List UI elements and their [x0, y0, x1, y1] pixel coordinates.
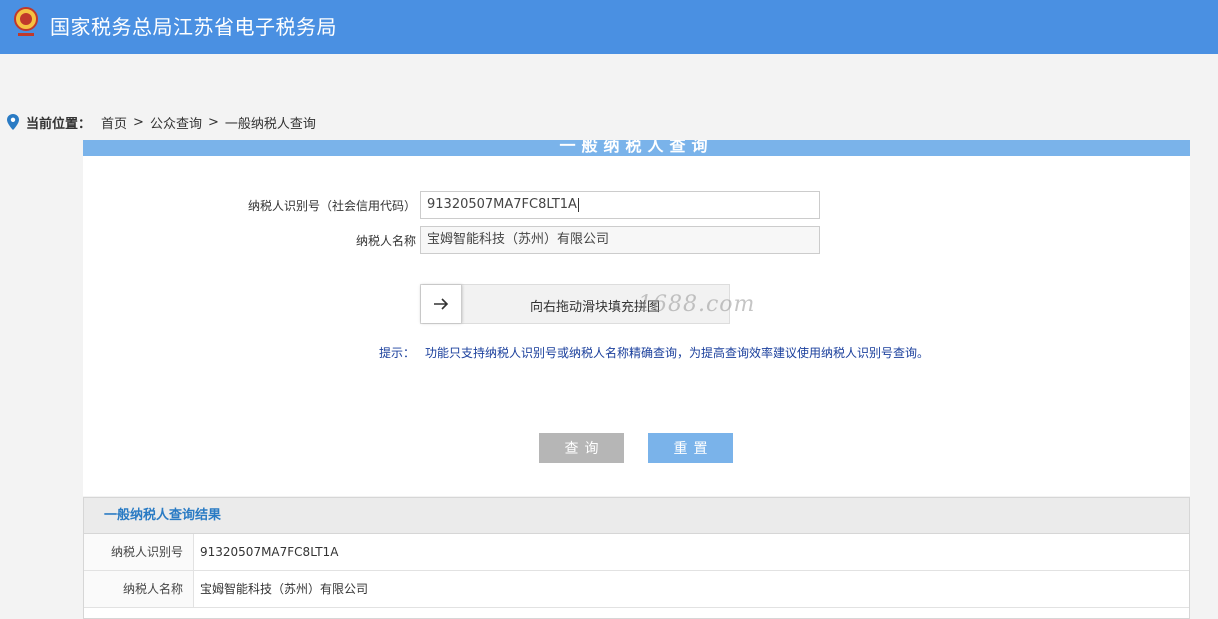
captcha-slider[interactable]: 向右拖动滑块填充拼图 — [420, 284, 730, 324]
result-value: 宝姆智能科技（苏州）有限公司 — [200, 582, 369, 596]
breadcrumb: 当前位置： 首页 > 公众查询 > 一般纳税人查询 — [6, 112, 316, 132]
breadcrumb-current: 一般纳税人查询 — [224, 116, 316, 132]
results-title: 一般纳税人查询结果 — [84, 498, 1189, 534]
breadcrumb-separator: > — [207, 114, 219, 130]
result-value: 91320507MA7FC8LT1A — [200, 545, 339, 559]
slider-text: 向右拖动滑块填充拼图 — [529, 300, 660, 315]
query-button[interactable]: 查询 — [539, 433, 624, 463]
result-label: 纳税人名称 — [84, 571, 194, 607]
breadcrumb-separator: > — [133, 114, 144, 130]
breadcrumb-public-query[interactable]: 公众查询 — [150, 113, 202, 132]
breadcrumb-label: 当前位置： — [26, 116, 92, 132]
breadcrumb-home[interactable]: 首页 — [101, 113, 127, 132]
panel-title-band: 一般纳税人查询 — [83, 140, 1190, 156]
tip-label: 提示： — [379, 346, 416, 360]
query-panel: 一般纳税人查询 纳税人识别号（社会信用代码） 91320507MA7FC8LT1… — [83, 140, 1190, 496]
results-panel: 一般纳税人查询结果 纳税人识别号 91320507MA7FC8LT1A 纳税人名… — [83, 497, 1190, 619]
arrow-right-icon — [434, 298, 449, 310]
taxpayer-id-input[interactable]: 91320507MA7FC8LT1A — [420, 191, 820, 219]
result-row-taxpayer-id: 纳税人识别号 91320507MA7FC8LT1A — [84, 534, 1189, 571]
taxpayer-id-label: 纳税人识别号（社会信用代码） — [247, 199, 416, 213]
result-label: 纳税人识别号 — [84, 534, 194, 570]
taxpayer-id-row: 纳税人识别号（社会信用代码） 91320507MA7FC8LT1A — [83, 191, 1190, 219]
site-title: 国家税务总局江苏省电子税务局 — [50, 15, 337, 39]
location-pin-icon — [7, 114, 19, 130]
taxpayer-id-value: 91320507MA7FC8LT1A — [427, 197, 577, 212]
tax-emblem-icon — [14, 7, 38, 36]
taxpayer-name-label: 纳税人名称 — [355, 234, 416, 248]
text-caret — [577, 197, 579, 212]
taxpayer-name-input[interactable]: 宝姆智能科技（苏州）有限公司 — [420, 226, 820, 254]
reset-button[interactable]: 重置 — [648, 433, 733, 463]
result-row-taxpayer-name: 纳税人名称 宝姆智能科技（苏州）有限公司 — [84, 571, 1189, 608]
header-bar: 国家税务总局江苏省电子税务局 — [0, 0, 1218, 54]
tip-text: 功能只支持纳税人识别号或纳税人名称精确查询，为提高查询效率建议使用纳税人识别号查… — [425, 346, 930, 360]
slider-handle[interactable] — [421, 285, 462, 323]
panel-title: 一般纳税人查询 — [559, 140, 714, 155]
query-tip: 提示： 功能只支持纳税人识别号或纳税人名称精确查询，为提高查询效率建议使用纳税人识… — [379, 344, 929, 361]
taxpayer-name-row: 纳税人名称 宝姆智能科技（苏州）有限公司 — [83, 226, 1190, 254]
